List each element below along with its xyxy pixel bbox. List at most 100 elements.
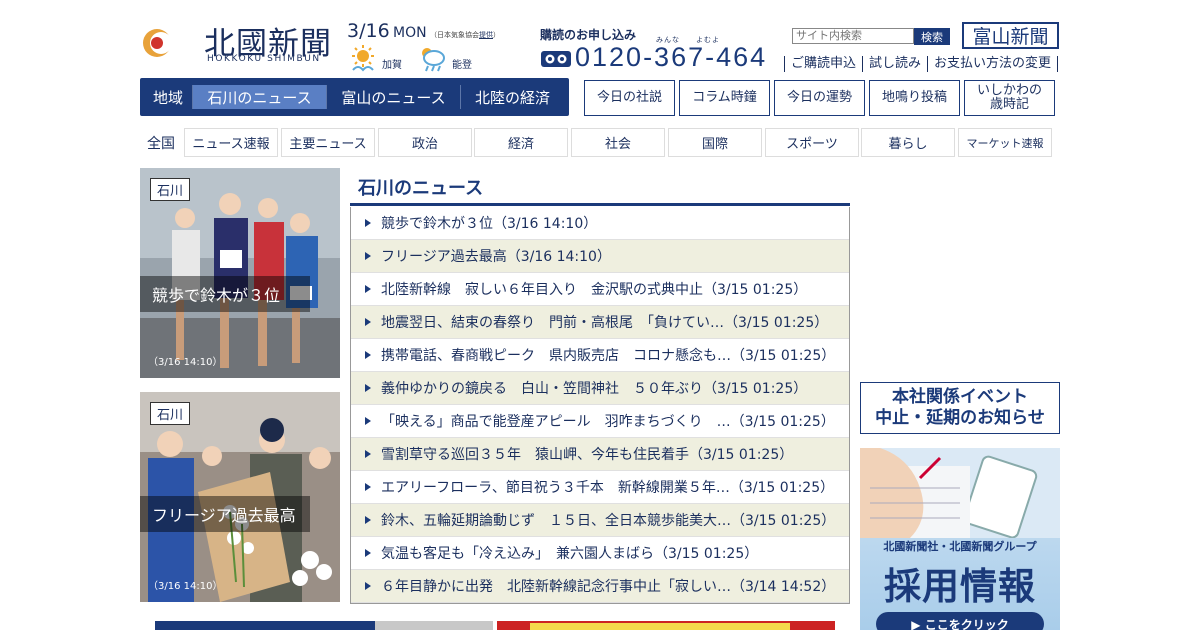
search-button[interactable]: 検索 [914,28,950,45]
news-item[interactable]: 雪割草守る巡回３５年 猿山岬、今年も住民着手（3/15 01:25） [351,438,849,471]
recruit-click-button[interactable]: ▶ ここをクリック [876,612,1044,630]
event-notice-banner[interactable]: 本社関係イベント 中止・延期のお知らせ [860,382,1060,434]
news-item[interactable]: 気温も客足も「冷え込み」 兼六園人まばら（3/15 01:25） [351,537,849,570]
card-caption: 競歩で鈴木が３位 [140,276,310,312]
news-item-text: エアリーフローラ、節目祝う３千本 新幹線開業５年…（3/15 01:25） [381,480,835,496]
tab-hokuriku-economy[interactable]: 北陸の経済 [460,85,564,109]
news-item[interactable]: 北陸新幹線 寂しい６年目入り 金沢駅の式典中止（3/15 01:25） [351,273,849,306]
column-jisho[interactable]: コラム時鐘 [679,80,770,116]
bullet-triangle-icon [365,516,371,524]
column-saijiki[interactable]: いしかわの 歳時記 [964,80,1055,116]
toyama-shimbun-logo[interactable]: 富山新聞 [962,22,1059,49]
event-banner-line1: 本社関係イベント [892,387,1028,407]
weather-noto[interactable]: 能登 [418,44,472,76]
category-living[interactable]: 暮らし [861,128,955,157]
news-item[interactable]: 「映える」商品で能登産アピール 羽咋まちづくり …（3/15 01:25） [351,405,849,438]
subscribe-link-apply[interactable]: ご購読申込 [784,56,862,72]
news-item-text: 「映える」商品で能登産アピール 羽咋まちづくり …（3/15 01:25） [381,414,835,430]
news-item[interactable]: 鈴木、五輪延期論動じず １５日、全日本競歩能美大…（3/15 01:25） [351,504,849,537]
news-item-text: 競歩で鈴木が３位（3/16 14:10） [381,216,598,232]
bottom-banner-left-photo [375,621,493,630]
column-horoscope[interactable]: 今日の運勢 [774,80,865,116]
news-section-title: 石川のニュース [358,178,484,199]
weather-source-link[interactable]: 提供 [479,31,493,39]
tab-toyama[interactable]: 富山のニュース [326,85,460,109]
news-item[interactable]: 競歩で鈴木が３位（3/16 14:10） [351,207,849,240]
weather-date: 3/16 [347,20,390,42]
news-item[interactable]: エアリーフローラ、節目祝う３千本 新幹線開業５年…（3/15 01:25） [351,471,849,504]
site-logo[interactable]: 北國新聞 HOKKOKU SHIMBUN [140,16,340,66]
cloud-rain-icon [422,48,445,72]
news-title-underline [350,203,850,206]
weather-source: （日本気象協会提供） [430,30,500,40]
freedial-icon [541,51,571,67]
bullet-triangle-icon [365,219,371,227]
logo-mark-icon [143,20,180,64]
tab-ishikawa[interactable]: 石川のニュース [192,85,327,109]
subscribe-link-payment[interactable]: お支払い方法の変更 [927,56,1059,72]
category-market[interactable]: マーケット速報 [958,128,1052,157]
card-region-tag: 石川 [150,178,191,201]
category-nav-label: 全国 [147,136,175,152]
card-region-tag: 石川 [150,402,191,425]
bottom-banner-right-inner [530,623,790,630]
recruit-banner-subtitle: 北國新聞社・北國新聞グループ [883,540,1037,553]
category-economy[interactable]: 経済 [474,128,568,157]
bullet-triangle-icon [365,417,371,425]
bullet-triangle-icon [365,252,371,260]
subscribe-title: 購読のお申し込み [540,28,637,42]
news-item-text: 携帯電話、春商戦ピーク 県内販売店 コロナ懸念も…（3/15 01:25） [381,348,836,364]
news-item[interactable]: フリージア過去最高（3/16 14:10） [351,240,849,273]
news-item[interactable]: 地震翌日、結束の春祭り 門前・高根尾 「負けてい…（3/15 01:25） [351,306,849,339]
bullet-triangle-icon [365,285,371,293]
card-time: （3/16 14:10） [148,357,223,368]
column-reader-posts[interactable]: 地鳴り投稿 [869,80,960,116]
category-international[interactable]: 国際 [668,128,762,157]
bullet-triangle-icon [365,450,371,458]
bullet-triangle-icon [365,582,371,590]
news-item-text: ６年目静かに出発 北陸新幹線記念行事中止「寂しい…（3/14 14:52） [381,579,836,595]
card-time: （3/16 14:10） [148,581,223,592]
column-editorial[interactable]: 今日の社説 [584,80,675,116]
news-item-text: 気温も客足も「冷え込み」 兼六園人まばら（3/15 01:25） [381,546,759,562]
subscribe-phone[interactable]: 0120-367-464 [575,42,767,73]
bullet-triangle-icon [365,351,371,359]
news-list: 競歩で鈴木が３位（3/16 14:10） フリージア過去最高（3/16 14:1… [350,207,850,604]
category-breaking[interactable]: ニュース速報 [184,128,278,157]
category-politics[interactable]: 政治 [378,128,472,157]
bullet-triangle-icon [365,483,371,491]
news-item-text: 義仲ゆかりの鏡戻る 白山・笠間神社 ５０年ぶり（3/15 01:25） [381,381,808,397]
news-item-text: 鈴木、五輪延期論動じず １５日、全日本競歩能美大…（3/15 01:25） [381,513,836,529]
news-item-text: 地震翌日、結束の春祭り 門前・高根尾 「負けてい…（3/15 01:25） [381,315,829,331]
weather-area-label: 加賀 [382,60,402,71]
category-society[interactable]: 社会 [571,128,665,157]
weather-source-suffix: ） [493,31,500,39]
recruit-illustration [860,448,1060,538]
sun-icon [352,45,374,72]
news-item-text: フリージア過去最高（3/16 14:10） [381,249,611,265]
weather-source-prefix: （日本気象協会 [430,31,479,39]
subscribe-links: ご購読申込 試し読み お支払い方法の変更 [784,56,1059,72]
event-banner-line2: 中止・延期のお知らせ [875,408,1045,428]
card-caption: フリージア過去最高 [140,496,310,532]
bullet-triangle-icon [365,318,371,326]
bullet-triangle-icon [365,549,371,557]
region-nav: 地域 石川のニュース 富山のニュース 北陸の経済 [140,78,569,116]
weather-kaga[interactable]: 加賀 [349,44,402,76]
recruit-banner[interactable]: 北國新聞社・北國新聞グループ 採用情報 ▶ ここをクリック [860,448,1060,630]
region-nav-label: 地域 [153,88,184,107]
news-item-text: 雪割草守る巡回３５年 猿山岬、今年も住民着手（3/15 01:25） [381,447,794,463]
news-item[interactable]: 携帯電話、春商戦ピーク 県内販売店 コロナ懸念も…（3/15 01:25） [351,339,849,372]
weather-area-label: 能登 [452,60,472,71]
weather-day: MON [393,25,427,41]
news-item[interactable]: 義仲ゆかりの鏡戻る 白山・笠間神社 ５０年ぶり（3/15 01:25） [351,372,849,405]
news-item-text: 北陸新幹線 寂しい６年目入り 金沢駅の式典中止（3/15 01:25） [381,282,808,298]
news-item[interactable]: ６年目静かに出発 北陸新幹線記念行事中止「寂しい…（3/14 14:52） [351,570,849,603]
subscribe-link-trial[interactable]: 試し読み [862,56,927,72]
category-sports[interactable]: スポーツ [765,128,859,157]
category-main[interactable]: 主要ニュース [281,128,375,157]
photo-card[interactable]: 石川 フリージア過去最高 （3/16 14:10） [140,392,340,602]
photo-card[interactable]: 石川 競歩で鈴木が３位 （3/16 14:10） [140,168,340,378]
recruit-banner-title: 採用情報 [884,565,1036,608]
search-input[interactable] [792,28,914,44]
